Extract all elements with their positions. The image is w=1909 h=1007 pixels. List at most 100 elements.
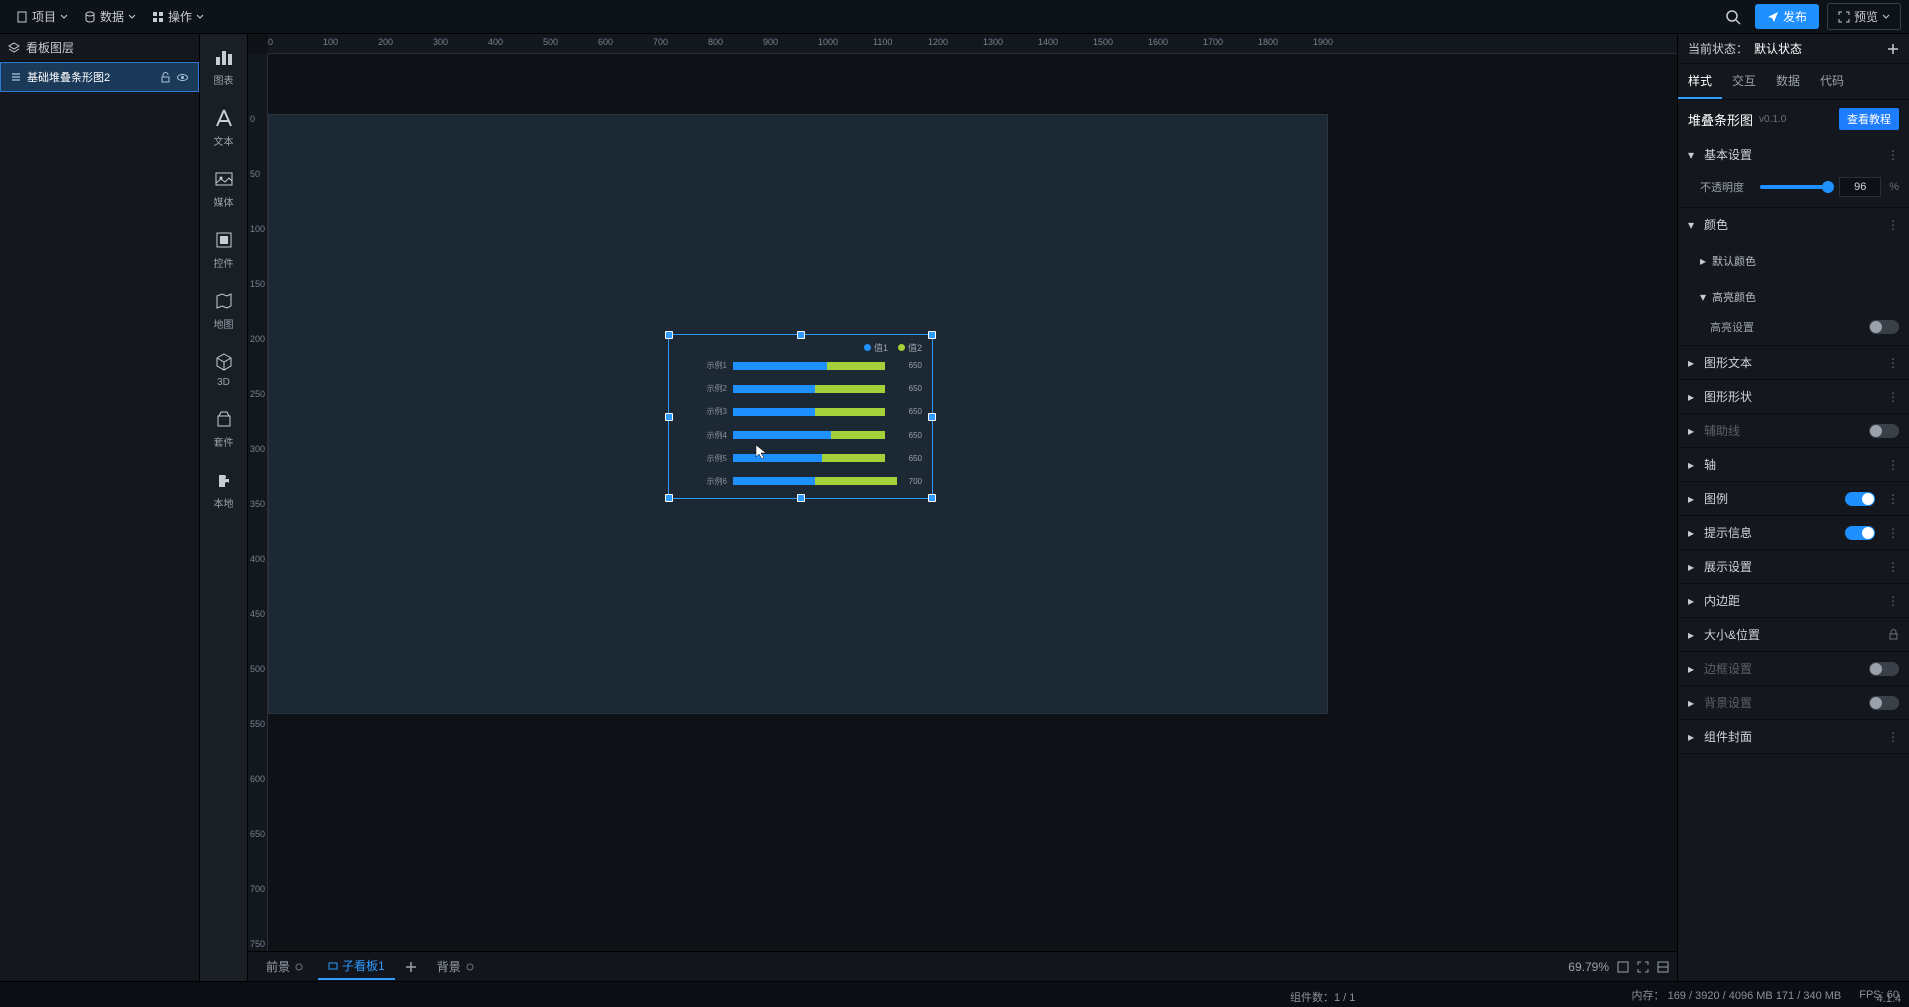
- tool-media[interactable]: 媒体: [204, 164, 244, 213]
- section-display[interactable]: ▸展示设置⋮: [1678, 550, 1909, 583]
- chart-value: 650: [909, 407, 922, 416]
- section-guide-line[interactable]: ▸辅助线: [1678, 414, 1909, 447]
- resize-handle-nw[interactable]: [665, 331, 673, 339]
- more-icon[interactable]: ⋮: [1887, 730, 1899, 744]
- tab-style[interactable]: 样式: [1678, 64, 1722, 99]
- more-icon[interactable]: ⋮: [1887, 356, 1899, 370]
- menu-actions[interactable]: 操作: [144, 4, 212, 29]
- fullscreen-icon[interactable]: [1637, 961, 1649, 973]
- more-icon[interactable]: ⋮: [1887, 492, 1899, 506]
- tool-chart[interactable]: 图表: [204, 42, 244, 91]
- fit-icon[interactable]: [1617, 961, 1629, 973]
- tab-background[interactable]: 背景: [427, 954, 485, 979]
- more-icon[interactable]: ⋮: [1887, 148, 1899, 162]
- tool-text[interactable]: 文本: [204, 103, 244, 152]
- chart-value: 650: [909, 431, 922, 440]
- legend-switch[interactable]: [1845, 492, 1875, 506]
- sub-highlight-color[interactable]: ▾ 高亮颜色: [1690, 283, 1899, 311]
- preview-button[interactable]: 预览: [1827, 3, 1901, 30]
- resize-handle-ne[interactable]: [928, 331, 936, 339]
- more-icon[interactable]: ⋮: [1887, 594, 1899, 608]
- tooltip-switch[interactable]: [1845, 526, 1875, 540]
- tab-code[interactable]: 代码: [1810, 64, 1854, 99]
- tool-control[interactable]: 控件: [204, 225, 244, 274]
- section-border[interactable]: ▸边框设置: [1678, 652, 1909, 685]
- tab-foreground[interactable]: 前景: [256, 954, 314, 979]
- section-graphic-text[interactable]: ▸图形文本⋮: [1678, 346, 1909, 379]
- tool-3d[interactable]: 3D: [204, 347, 244, 392]
- section-legend[interactable]: ▸图例⋮: [1678, 482, 1909, 515]
- more-icon[interactable]: ⋮: [1887, 218, 1899, 232]
- section-color-header[interactable]: ▾ 颜色 ⋮: [1678, 208, 1909, 241]
- section-cover[interactable]: ▸组件封面⋮: [1678, 720, 1909, 753]
- opacity-unit: %: [1889, 181, 1899, 193]
- tool-local[interactable]: 本地: [204, 465, 244, 514]
- component-version: v0.1.0: [1759, 114, 1786, 125]
- more-icon[interactable]: ⋮: [1887, 526, 1899, 540]
- tutorial-button[interactable]: 查看教程: [1839, 108, 1899, 130]
- tab-menu-icon[interactable]: [465, 962, 475, 972]
- more-icon[interactable]: ⋮: [1887, 560, 1899, 574]
- resize-handle-s[interactable]: [797, 494, 805, 502]
- tab-foreground-label: 前景: [266, 958, 290, 975]
- section-basic-header[interactable]: ▾ 基本设置 ⋮: [1678, 138, 1909, 171]
- canvas: 0100200300400500600700800900100011001200…: [248, 34, 1677, 981]
- tab-data[interactable]: 数据: [1766, 64, 1810, 99]
- more-icon[interactable]: ⋮: [1887, 458, 1899, 472]
- tool-map[interactable]: 地图: [204, 286, 244, 335]
- resize-handle-e[interactable]: [928, 413, 936, 421]
- more-icon[interactable]: ⋮: [1887, 390, 1899, 404]
- resize-handle-n[interactable]: [797, 331, 805, 339]
- resize-handle-sw[interactable]: [665, 494, 673, 502]
- background-switch[interactable]: [1869, 696, 1899, 710]
- send-icon: [1767, 11, 1779, 23]
- section-background[interactable]: ▸背景设置: [1678, 686, 1909, 719]
- section-basic: ▾ 基本设置 ⋮ 不透明度 96 %: [1678, 138, 1909, 208]
- canvas-tabs: 前景 子看板1 背景 69.79%: [248, 951, 1677, 981]
- highlight-switch[interactable]: [1869, 320, 1899, 334]
- zoom-value: 69.79%: [1568, 960, 1609, 974]
- opacity-input[interactable]: 96: [1839, 177, 1881, 197]
- tool-kit[interactable]: 套件: [204, 404, 244, 453]
- text-icon: [213, 107, 235, 129]
- inspector: 当前状态： 默认状态 样式 交互 数据 代码 堆叠条形图 v0.1.0 查看教程…: [1677, 34, 1909, 981]
- resize-handle-w[interactable]: [665, 413, 673, 421]
- caret-down-icon: ▾: [1688, 148, 1698, 162]
- section-size-pos[interactable]: ▸大小&位置: [1678, 618, 1909, 651]
- layer-item[interactable]: 基础堆叠条形图2: [0, 62, 199, 92]
- section-axis[interactable]: ▸轴⋮: [1678, 448, 1909, 481]
- prop-opacity: 不透明度 96 %: [1700, 177, 1899, 197]
- chart-category: 示例5: [699, 453, 727, 464]
- menu-project[interactable]: 项目: [8, 4, 76, 29]
- tool-local-label: 本地: [214, 495, 234, 510]
- tab-interaction[interactable]: 交互: [1722, 64, 1766, 99]
- component-name: 堆叠条形图: [1688, 110, 1753, 129]
- resize-handle-se[interactable]: [928, 494, 936, 502]
- guideline-switch[interactable]: [1869, 424, 1899, 438]
- tab-subboard[interactable]: 子看板1: [318, 953, 395, 980]
- menu-data[interactable]: 数据: [76, 4, 144, 29]
- section-padding[interactable]: ▸内边距⋮: [1678, 584, 1909, 617]
- opacity-slider[interactable]: [1760, 185, 1831, 189]
- section-graphic-shape[interactable]: ▸图形形状⋮: [1678, 380, 1909, 413]
- chart-value: 700: [909, 477, 922, 486]
- preview-label: 预览: [1854, 8, 1878, 25]
- sub-default-color[interactable]: ▸ 默认颜色: [1690, 247, 1899, 275]
- lock-icon[interactable]: [1888, 629, 1899, 640]
- grid-icon: [152, 11, 164, 23]
- tab-add[interactable]: [399, 957, 423, 977]
- tab-menu-icon[interactable]: [294, 962, 304, 972]
- selection-box[interactable]: 值1 值2 示例1650示例2650示例3650示例4650示例5650示例67…: [668, 334, 933, 499]
- publish-button[interactable]: 发布: [1755, 4, 1819, 29]
- tool-media-label: 媒体: [214, 194, 234, 209]
- kit-icon: [213, 408, 235, 430]
- unlock-icon[interactable]: [160, 72, 171, 83]
- border-switch[interactable]: [1869, 662, 1899, 676]
- layout-icon[interactable]: [1657, 961, 1669, 973]
- stage[interactable]: 值1 值2 示例1650示例2650示例3650示例4650示例5650示例67…: [268, 54, 1677, 951]
- search-button[interactable]: [1719, 3, 1747, 31]
- section-tooltip[interactable]: ▸提示信息⋮: [1678, 516, 1909, 549]
- plus-icon[interactable]: [1887, 43, 1899, 55]
- eye-icon[interactable]: [177, 72, 188, 83]
- chart-row: 示例3650: [699, 407, 922, 417]
